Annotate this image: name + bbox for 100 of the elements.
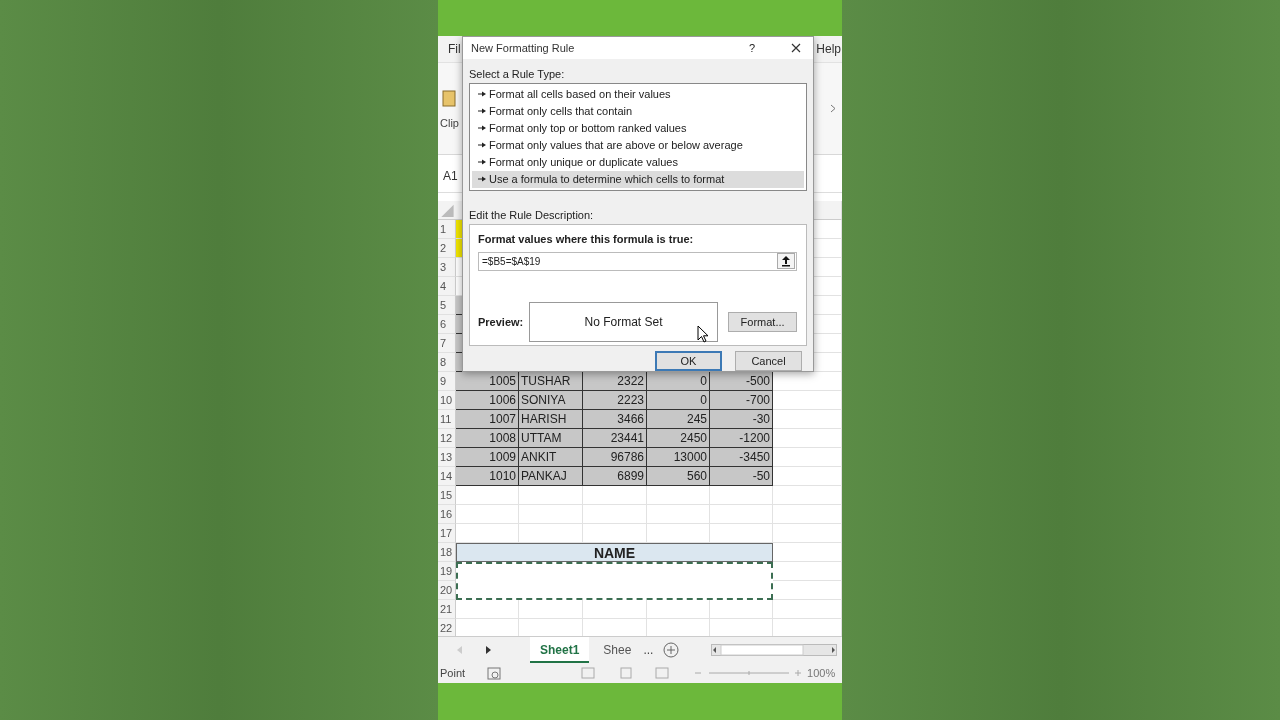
- table-cell: [583, 600, 647, 620]
- row-number: 12: [438, 429, 456, 449]
- table-cell: 245: [647, 410, 710, 430]
- table-cell: -3450: [710, 448, 773, 468]
- table-cell: -30: [710, 410, 773, 430]
- row-number: 14: [438, 467, 456, 487]
- paste-icon: [442, 88, 457, 107]
- table-cell: 1010: [456, 467, 519, 487]
- table-cell: [519, 486, 583, 506]
- table-cell: [647, 486, 710, 506]
- section-label: Edit the Rule Description:: [469, 208, 595, 221]
- arrow-icon: [478, 108, 486, 115]
- zoom-level: 100%: [807, 667, 836, 679]
- row-number: 6: [438, 315, 456, 335]
- table-cell: -500: [710, 372, 773, 392]
- format-button[interactable]: Format...: [728, 311, 797, 332]
- dialog-title: New Formatting Rule: [471, 41, 576, 54]
- scroll-left-icon: [456, 646, 464, 654]
- table-cell: 0: [647, 391, 710, 411]
- rule-type-item[interactable]: Format only values that are above or below average: [472, 136, 804, 154]
- table-cell: 1008: [456, 429, 519, 449]
- rule-type-item[interactable]: Use a formula to determine which cells to format: [472, 170, 804, 188]
- table-cell: PANKAJ: [519, 467, 583, 487]
- row-number: 15: [438, 486, 456, 506]
- table-cell: SONIYA: [519, 391, 583, 411]
- add-sheet-icon: [663, 642, 680, 658]
- scroll-right-icon: [484, 646, 492, 654]
- collapse-dialog-icon: [777, 253, 795, 270]
- row-number: 5: [438, 296, 456, 316]
- table-cell: [519, 505, 583, 525]
- row-number: 1: [438, 220, 456, 240]
- rule-type-item[interactable]: Format all cells based on their values: [472, 85, 804, 103]
- row-number: 2: [438, 239, 456, 259]
- arrow-icon: [478, 91, 486, 98]
- row-number: 9: [438, 372, 456, 392]
- arrow-icon: [478, 176, 486, 183]
- table-cell: [710, 505, 773, 525]
- table-cell: [456, 600, 519, 620]
- row-number: 13: [438, 448, 456, 468]
- arrow-icon: [478, 159, 486, 166]
- table-cell: 1007: [456, 410, 519, 430]
- sheet-tab[interactable]: Sheet1: [530, 637, 590, 663]
- table-cell: 23441: [583, 429, 647, 449]
- row-number: 3: [438, 258, 456, 278]
- table-cell: 2450: [647, 429, 710, 449]
- table-cell: [710, 600, 773, 620]
- table-cell: 13000: [647, 448, 710, 468]
- table-cell: 6899: [583, 467, 647, 487]
- table-cell: [456, 486, 519, 506]
- help-button[interactable]: ?: [748, 41, 755, 54]
- table-cell: -700: [710, 391, 773, 411]
- row-number: 8: [438, 353, 456, 373]
- table-cell: 96786: [583, 448, 647, 468]
- table-cell: 0: [647, 372, 710, 392]
- table-cell: [647, 600, 710, 620]
- table-cell: [710, 486, 773, 506]
- row-number: 18: [438, 543, 456, 563]
- rule-type-item[interactable]: Format only top or bottom ranked values: [472, 119, 804, 137]
- row-number: 19: [438, 562, 456, 582]
- table-cell: 3466: [583, 410, 647, 430]
- row-number: 16: [438, 505, 456, 525]
- table-cell: -1200: [710, 429, 773, 449]
- row-number: 10: [438, 391, 456, 411]
- table-cell: 2322: [583, 372, 647, 392]
- row-number: 17: [438, 524, 456, 544]
- row-number: 7: [438, 334, 456, 354]
- row-number: 11: [438, 410, 456, 430]
- table-cell: [583, 505, 647, 525]
- table-cell: 1009: [456, 448, 519, 468]
- macro-record-icon: [487, 666, 502, 680]
- chevron-right-icon: [830, 104, 836, 114]
- formula-label: Format values where this formula is true:: [478, 232, 695, 245]
- rule-type-item[interactable]: Format only unique or duplicate values: [472, 153, 804, 171]
- close-icon[interactable]: [791, 42, 801, 53]
- row-number: 20: [438, 581, 456, 601]
- zoom-slider-icon: [695, 668, 802, 678]
- table-header: NAME: [456, 543, 773, 563]
- table-cell: ANKIT: [519, 448, 583, 468]
- table-cell: 1006: [456, 391, 519, 411]
- sheet-tab[interactable]: Shee: [593, 637, 642, 663]
- menu-item[interactable]: Help: [815, 41, 842, 56]
- formula-field[interactable]: =$B5=$A$19: [478, 251, 797, 271]
- table-cell: [647, 505, 710, 525]
- table-cell: TUSHAR: [519, 372, 583, 392]
- ok-button[interactable]: OK: [655, 351, 722, 371]
- arrow-icon: [478, 142, 486, 149]
- more-tabs-button[interactable]: ...: [643, 643, 654, 657]
- preview-label: Preview:: [478, 315, 525, 328]
- arrow-icon: [478, 125, 486, 132]
- table-cell: [583, 486, 647, 506]
- table-cell: 560: [647, 467, 710, 487]
- row-number: 4: [438, 277, 456, 297]
- rule-type-item[interactable]: Format only cells that contain: [472, 102, 804, 120]
- row-number: 22: [438, 619, 456, 636]
- cancel-button[interactable]: Cancel: [735, 351, 802, 371]
- menu-item[interactable]: Fil: [447, 41, 462, 56]
- name-box[interactable]: A1: [443, 168, 458, 183]
- table-cell: HARISH: [519, 410, 583, 430]
- section-label: Select a Rule Type:: [469, 67, 566, 80]
- cursor-icon: [697, 325, 709, 343]
